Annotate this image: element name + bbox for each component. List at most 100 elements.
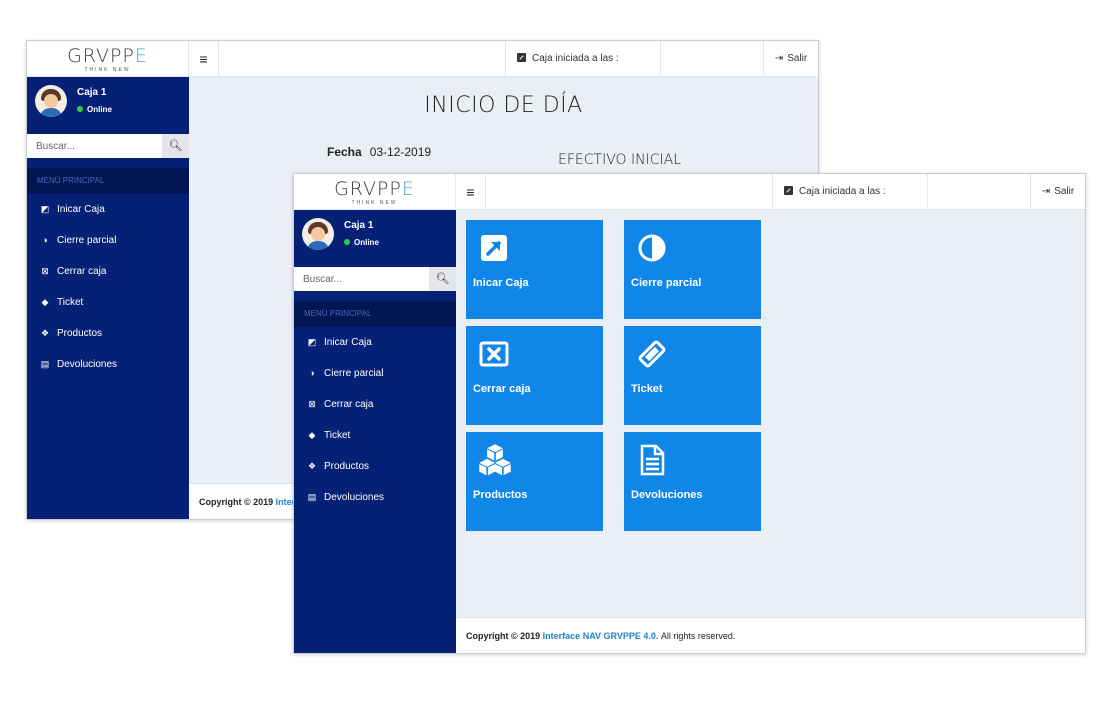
hamburger-menu-icon[interactable]: ≡ (189, 41, 219, 77)
session-status: Caja iniciada a las : 09:39:13 (772, 174, 928, 233)
half-circle-icon (638, 234, 666, 262)
tile-label: Productos (473, 489, 528, 501)
logo-text: GRVPP (334, 178, 402, 200)
session-icon (517, 53, 526, 62)
footer-copyright: Copyright © 2019 (199, 497, 274, 507)
initial-cash-heading: EFECTIVO INICIAL (558, 152, 682, 168)
sidebar-item-label: Cierre parcial (57, 235, 117, 246)
external-link-icon (481, 235, 507, 261)
tile-cierre-parcial[interactable]: Cierre parcial (624, 220, 761, 319)
tile-label: Cerrar caja (473, 383, 531, 395)
sidebar-item-label: Cierre parcial (324, 368, 384, 379)
footer-link[interactable]: Interface NAV GRVPPE 4.0. (543, 631, 659, 641)
online-label: Online (354, 238, 379, 247)
tile-ticket[interactable]: Ticket (624, 326, 761, 425)
user-panel: Caja 1 Online (294, 210, 456, 267)
sidebar-item-productos[interactable]: ❖ Productos (27, 318, 189, 349)
date-field: Fecha 03-12-2019 (327, 145, 431, 159)
user-name: Caja 1 (344, 220, 374, 231)
sidebar-item-iniciar-caja[interactable]: ◩ Inicar Caja (27, 194, 189, 225)
close-box-icon: ⊠ (308, 399, 316, 409)
sidebar: Caja 1 Online 🔍︎ MENÚ PRINCIPAL ◩ Inicar … (294, 210, 456, 653)
search-icon: 🔍︎ (435, 273, 450, 285)
tile-productos[interactable]: Productos (466, 432, 603, 531)
sidebar-item-cierre-parcial[interactable]: ◑ Cierre parcial (27, 225, 189, 256)
front-window: GRVPPE THINK NEW ≡ Caja iniciada a las :… (293, 173, 1086, 654)
online-label: Online (87, 105, 112, 114)
online-dot-icon (77, 106, 83, 112)
ticket-icon: ◆ (308, 430, 316, 440)
logout-button[interactable]: ⇥ Salir (1030, 174, 1085, 210)
ticket-icon: ◆ (41, 297, 49, 307)
tile-devoluciones[interactable]: Devoluciones (624, 432, 761, 531)
session-status: Caja iniciada a las : 09:39:13 (505, 41, 661, 100)
brand-logo[interactable]: GRVPPE THINK NEW (294, 174, 456, 210)
cubes-icon: ❖ (40, 328, 50, 338)
sidebar-item-ticket[interactable]: ◆ Ticket (27, 287, 189, 318)
top-navbar: GRVPPE THINK NEW ≡ Caja iniciada a las :… (294, 174, 1085, 233)
sidebar-item-ticket[interactable]: ◆ Ticket (294, 420, 456, 451)
logo-tagline: THINK NEW (84, 67, 131, 73)
logout-label: Salir (787, 53, 808, 64)
tile-cerrar-caja[interactable]: Cerrar caja (466, 326, 603, 425)
brand-logo[interactable]: GRVPPE THINK NEW (27, 41, 189, 77)
page-title: INICIO DE DÍA (424, 93, 583, 118)
half-circle-icon: ◑ (42, 235, 48, 245)
online-status: Online (344, 238, 379, 247)
date-value: 03-12-2019 (369, 145, 432, 159)
user-name: Caja 1 (77, 87, 107, 98)
session-icon (784, 186, 793, 195)
footer: Copyright © 2019 Interface NAV GRVPPE 4.… (456, 617, 1085, 653)
top-navbar: GRVPPE THINK NEW ≡ Caja iniciada a las :… (27, 41, 818, 100)
logo-tagline: THINK NEW (351, 200, 398, 206)
sidebar-search: 🔍︎ (27, 134, 189, 158)
online-status: Online (77, 105, 112, 114)
search-button[interactable]: 🔍︎ (429, 267, 456, 291)
search-input[interactable] (27, 134, 162, 158)
sidebar-item-label: Ticket (324, 430, 351, 441)
sidebar-item-cierre-parcial[interactable]: ◑ Cierre parcial (294, 358, 456, 389)
date-label: Fecha (327, 145, 362, 159)
avatar (302, 218, 334, 250)
hamburger-menu-icon[interactable]: ≡ (456, 174, 486, 210)
online-dot-icon (344, 239, 350, 245)
sidebar-item-productos[interactable]: ❖ Productos (294, 451, 456, 482)
logout-icon: ⇥ (774, 53, 784, 64)
ticket-icon (638, 340, 666, 368)
external-link-icon: ◩ (307, 337, 317, 347)
sidebar-item-label: Cerrar caja (324, 399, 374, 410)
sidebar-menu: ◩ Inicar Caja ◑ Cierre parcial ⊠ Cerrar caj… (294, 327, 456, 513)
cubes-icon: ❖ (307, 461, 317, 471)
search-icon: 🔍︎ (168, 140, 183, 152)
logo-accent: E (401, 178, 415, 200)
sidebar-item-label: Inicar Caja (57, 204, 105, 215)
sidebar-item-label: Ticket (57, 297, 84, 308)
logout-button[interactable]: ⇥ Salir (763, 41, 818, 77)
cubes-icon (479, 444, 511, 476)
sidebar-item-devoluciones[interactable]: ▤ Devoluciones (27, 349, 189, 380)
sidebar-item-devoluciones[interactable]: ▤ Devoluciones (294, 482, 456, 513)
sidebar-item-cerrar-caja[interactable]: ⊠ Cerrar caja (27, 256, 189, 287)
avatar (35, 85, 67, 117)
logout-label: Salir (1054, 186, 1075, 197)
sidebar-item-iniciar-caja[interactable]: ◩ Inicar Caja (294, 327, 456, 358)
search-input[interactable] (294, 267, 429, 291)
close-box-icon: ⊠ (41, 266, 49, 276)
sidebar-search: 🔍︎ (294, 267, 456, 291)
external-link-icon: ◩ (40, 204, 50, 214)
sidebar-item-label: Cerrar caja (57, 266, 107, 277)
sidebar-item-label: Devoluciones (57, 359, 118, 370)
menu-header: MENÚ PRINCIPAL (27, 168, 189, 194)
sidebar: Caja 1 Online 🔍︎ MENÚ PRINCIPAL ◩ Inicar … (27, 77, 189, 519)
sidebar-item-cerrar-caja[interactable]: ⊠ Cerrar caja (294, 389, 456, 420)
menu-header: MENÚ PRINCIPAL (294, 301, 456, 327)
close-box-icon (479, 341, 509, 367)
sidebar-menu: ◩ Inicar Caja ◑ Cierre parcial ⊠ Cerrar caj… (27, 194, 189, 380)
document-icon: ▤ (40, 359, 50, 369)
search-button[interactable]: 🔍︎ (162, 134, 189, 158)
tile-iniciar-caja[interactable]: Inicar Caja (466, 220, 603, 319)
logout-icon: ⇥ (1041, 186, 1051, 197)
tile-label: Ticket (631, 383, 663, 395)
sidebar-item-label: Inicar Caja (324, 337, 372, 348)
user-panel: Caja 1 Online (27, 77, 189, 134)
